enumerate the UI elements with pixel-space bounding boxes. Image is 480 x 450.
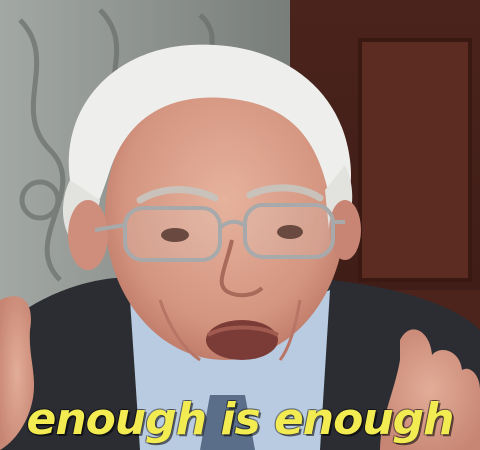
scene-illustration <box>0 0 480 450</box>
door-panel <box>358 38 472 282</box>
caption-text: enough is enough <box>26 394 455 445</box>
gif-frame: enough is enough <box>0 0 480 450</box>
ear-left <box>68 200 108 270</box>
